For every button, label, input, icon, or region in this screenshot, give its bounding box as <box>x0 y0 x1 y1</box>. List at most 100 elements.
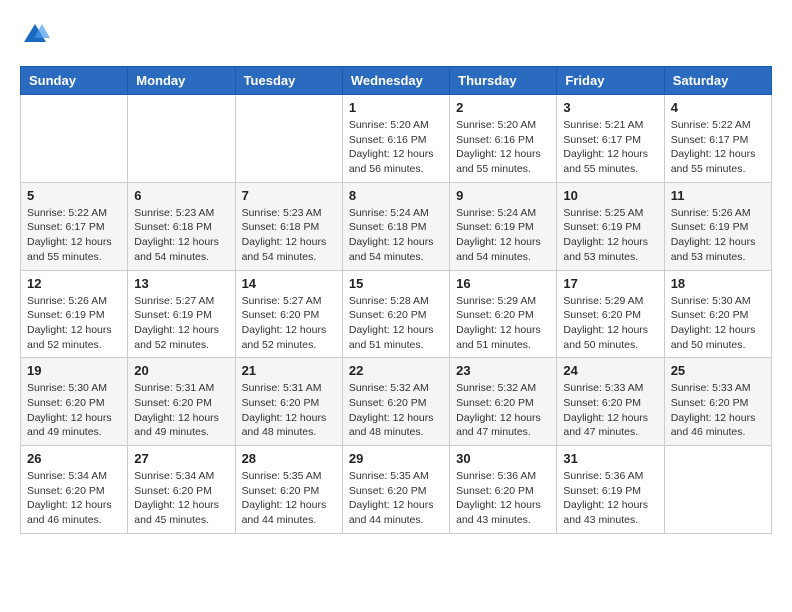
calendar-day-cell: 4 Sunrise: 5:22 AM Sunset: 6:17 PM Daylig… <box>664 95 771 183</box>
day-info: Sunrise: 5:23 AM Sunset: 6:18 PM Dayligh… <box>134 206 228 265</box>
day-number: 3 <box>563 100 657 115</box>
calendar-day-cell: 31 Sunrise: 5:36 AM Sunset: 6:19 PM Dayli… <box>557 446 664 534</box>
calendar-day-cell: 25 Sunrise: 5:33 AM Sunset: 6:20 PM Dayli… <box>664 358 771 446</box>
day-info: Sunrise: 5:32 AM Sunset: 6:20 PM Dayligh… <box>349 381 443 440</box>
page-header <box>20 20 772 50</box>
calendar-day-cell: 18 Sunrise: 5:30 AM Sunset: 6:20 PM Dayli… <box>664 270 771 358</box>
calendar-day-cell: 8Sunrise: 5:24 AM Sunset: 6:18 PM Daylig… <box>342 182 449 270</box>
day-info: Sunrise: 5:36 AM Sunset: 6:20 PM Dayligh… <box>456 469 550 528</box>
calendar-day-cell: 1 Sunrise: 5:20 AM Sunset: 6:16 PM Daylig… <box>342 95 449 183</box>
day-info: Sunrise: 5:20 AM Sunset: 6:16 PM Dayligh… <box>349 118 443 177</box>
day-info: Sunrise: 5:32 AM Sunset: 6:20 PM Dayligh… <box>456 381 550 440</box>
day-info: Sunrise: 5:26 AM Sunset: 6:19 PM Dayligh… <box>27 294 121 353</box>
calendar-week-row: 19 Sunrise: 5:30 AM Sunset: 6:20 PM Dayli… <box>21 358 772 446</box>
calendar-week-row: 1 Sunrise: 5:20 AM Sunset: 6:16 PM Daylig… <box>21 95 772 183</box>
calendar-day-cell <box>21 95 128 183</box>
day-number: 4 <box>671 100 765 115</box>
day-number: 19 <box>27 363 121 378</box>
calendar-day-cell: 17 Sunrise: 5:29 AM Sunset: 6:20 PM Dayli… <box>557 270 664 358</box>
day-number: 29 <box>349 451 443 466</box>
calendar-day-cell: 15Sunrise: 5:28 AM Sunset: 6:20 PM Dayli… <box>342 270 449 358</box>
day-info: Sunrise: 5:30 AM Sunset: 6:20 PM Dayligh… <box>27 381 121 440</box>
day-number: 5 <box>27 188 121 203</box>
logo-icon <box>20 20 50 50</box>
calendar-day-cell <box>664 446 771 534</box>
calendar-day-cell: 20 Sunrise: 5:31 AM Sunset: 6:20 PM Dayli… <box>128 358 235 446</box>
day-info: Sunrise: 5:33 AM Sunset: 6:20 PM Dayligh… <box>671 381 765 440</box>
day-info: Sunrise: 5:29 AM Sunset: 6:20 PM Dayligh… <box>456 294 550 353</box>
day-info: Sunrise: 5:22 AM Sunset: 6:17 PM Dayligh… <box>671 118 765 177</box>
calendar-day-cell: 28 Sunrise: 5:35 AM Sunset: 6:20 PM Dayli… <box>235 446 342 534</box>
day-info: Sunrise: 5:29 AM Sunset: 6:20 PM Dayligh… <box>563 294 657 353</box>
day-info: Sunrise: 5:35 AM Sunset: 6:20 PM Dayligh… <box>242 469 336 528</box>
weekday-header-cell: Thursday <box>450 67 557 95</box>
day-info: Sunrise: 5:27 AM Sunset: 6:19 PM Dayligh… <box>134 294 228 353</box>
day-info: Sunrise: 5:34 AM Sunset: 6:20 PM Dayligh… <box>134 469 228 528</box>
calendar-day-cell <box>128 95 235 183</box>
day-info: Sunrise: 5:31 AM Sunset: 6:20 PM Dayligh… <box>134 381 228 440</box>
calendar-day-cell: 23Sunrise: 5:32 AM Sunset: 6:20 PM Dayli… <box>450 358 557 446</box>
day-number: 20 <box>134 363 228 378</box>
day-number: 6 <box>134 188 228 203</box>
calendar-day-cell: 13 Sunrise: 5:27 AM Sunset: 6:19 PM Dayli… <box>128 270 235 358</box>
calendar-day-cell: 30 Sunrise: 5:36 AM Sunset: 6:20 PM Dayli… <box>450 446 557 534</box>
calendar-day-cell: 22 Sunrise: 5:32 AM Sunset: 6:20 PM Dayli… <box>342 358 449 446</box>
calendar-day-cell: 14 Sunrise: 5:27 AM Sunset: 6:20 PM Dayli… <box>235 270 342 358</box>
calendar-body: 1 Sunrise: 5:20 AM Sunset: 6:16 PM Daylig… <box>21 95 772 534</box>
calendar-day-cell: 5 Sunrise: 5:22 AM Sunset: 6:17 PM Daylig… <box>21 182 128 270</box>
day-info: Sunrise: 5:24 AM Sunset: 6:19 PM Dayligh… <box>456 206 550 265</box>
day-info: Sunrise: 5:31 AM Sunset: 6:20 PM Dayligh… <box>242 381 336 440</box>
day-info: Sunrise: 5:35 AM Sunset: 6:20 PM Dayligh… <box>349 469 443 528</box>
day-number: 24 <box>563 363 657 378</box>
day-number: 28 <box>242 451 336 466</box>
calendar-week-row: 12 Sunrise: 5:26 AM Sunset: 6:19 PM Dayli… <box>21 270 772 358</box>
calendar-day-cell: 29 Sunrise: 5:35 AM Sunset: 6:20 PM Dayli… <box>342 446 449 534</box>
weekday-header-cell: Tuesday <box>235 67 342 95</box>
day-number: 2 <box>456 100 550 115</box>
day-number: 25 <box>671 363 765 378</box>
day-number: 14 <box>242 276 336 291</box>
day-number: 10 <box>563 188 657 203</box>
day-number: 13 <box>134 276 228 291</box>
day-number: 11 <box>671 188 765 203</box>
calendar-week-row: 5 Sunrise: 5:22 AM Sunset: 6:17 PM Daylig… <box>21 182 772 270</box>
day-number: 9 <box>456 188 550 203</box>
day-number: 17 <box>563 276 657 291</box>
weekday-header-row: SundayMondayTuesdayWednesdayThursdayFrid… <box>21 67 772 95</box>
day-info: Sunrise: 5:21 AM Sunset: 6:17 PM Dayligh… <box>563 118 657 177</box>
day-number: 22 <box>349 363 443 378</box>
calendar-day-cell: 7 Sunrise: 5:23 AM Sunset: 6:18 PM Daylig… <box>235 182 342 270</box>
day-number: 12 <box>27 276 121 291</box>
day-info: Sunrise: 5:34 AM Sunset: 6:20 PM Dayligh… <box>27 469 121 528</box>
calendar-day-cell: 26 Sunrise: 5:34 AM Sunset: 6:20 PM Dayli… <box>21 446 128 534</box>
day-number: 26 <box>27 451 121 466</box>
calendar-day-cell: 24 Sunrise: 5:33 AM Sunset: 6:20 PM Dayli… <box>557 358 664 446</box>
weekday-header-cell: Sunday <box>21 67 128 95</box>
calendar-day-cell: 2 Sunrise: 5:20 AM Sunset: 6:16 PM Daylig… <box>450 95 557 183</box>
day-info: Sunrise: 5:23 AM Sunset: 6:18 PM Dayligh… <box>242 206 336 265</box>
day-number: 15 <box>349 276 443 291</box>
day-number: 27 <box>134 451 228 466</box>
day-info: Sunrise: 5:27 AM Sunset: 6:20 PM Dayligh… <box>242 294 336 353</box>
day-number: 31 <box>563 451 657 466</box>
day-number: 18 <box>671 276 765 291</box>
logo <box>20 20 56 50</box>
day-info: Sunrise: 5:36 AM Sunset: 6:19 PM Dayligh… <box>563 469 657 528</box>
calendar-table: SundayMondayTuesdayWednesdayThursdayFrid… <box>20 66 772 534</box>
calendar-day-cell: 12 Sunrise: 5:26 AM Sunset: 6:19 PM Dayli… <box>21 270 128 358</box>
day-info: Sunrise: 5:30 AM Sunset: 6:20 PM Dayligh… <box>671 294 765 353</box>
day-info: Sunrise: 5:22 AM Sunset: 6:17 PM Dayligh… <box>27 206 121 265</box>
day-number: 1 <box>349 100 443 115</box>
day-number: 30 <box>456 451 550 466</box>
day-number: 7 <box>242 188 336 203</box>
calendar-day-cell: 27 Sunrise: 5:34 AM Sunset: 6:20 PM Dayli… <box>128 446 235 534</box>
weekday-header-cell: Saturday <box>664 67 771 95</box>
day-info: Sunrise: 5:33 AM Sunset: 6:20 PM Dayligh… <box>563 381 657 440</box>
day-info: Sunrise: 5:20 AM Sunset: 6:16 PM Dayligh… <box>456 118 550 177</box>
day-info: Sunrise: 5:24 AM Sunset: 6:18 PM Dayligh… <box>349 206 443 265</box>
day-info: Sunrise: 5:25 AM Sunset: 6:19 PM Dayligh… <box>563 206 657 265</box>
calendar-day-cell <box>235 95 342 183</box>
weekday-header-cell: Monday <box>128 67 235 95</box>
calendar-day-cell: 16Sunrise: 5:29 AM Sunset: 6:20 PM Dayli… <box>450 270 557 358</box>
calendar-week-row: 26 Sunrise: 5:34 AM Sunset: 6:20 PM Dayli… <box>21 446 772 534</box>
